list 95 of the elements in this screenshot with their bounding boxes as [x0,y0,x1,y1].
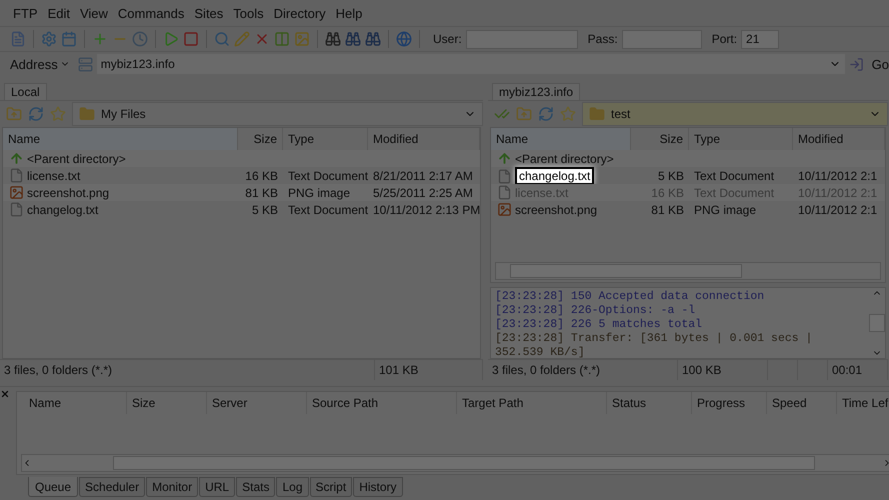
menu-item[interactable]: Directory [268,6,331,20]
file-name[interactable]: changelog.txt [27,202,98,216]
stop-icon[interactable] [183,31,199,47]
queue-tab[interactable]: History [353,477,403,497]
queue-tab[interactable]: Script [310,477,352,497]
file-type: Text Document [287,168,368,182]
panel-tab[interactable]: Local [4,83,47,100]
star-icon[interactable] [50,106,66,122]
file-modified: 10/11/2012 2:1 [797,169,878,183]
file-icon [497,185,512,200]
binoculars-icon[interactable] [365,31,381,47]
document-icon[interactable] [10,31,26,47]
file-name[interactable]: screenshot.png [515,202,598,216]
file-size: 5 KB [250,202,279,216]
pass-label: Pass: [588,32,618,46]
file-size: 81 KB [244,186,279,200]
menu-item[interactable]: Commands [112,6,190,20]
refresh-icon[interactable] [538,106,554,122]
status-size: 100 KB [678,360,768,380]
rename-field[interactable]: changelog.txt [515,167,594,185]
image-file-icon [497,202,512,217]
file-modified: 8/21/2011 2:17 AM [372,168,474,182]
server-icon [78,56,93,72]
file-size: 16 KB [244,168,279,182]
close-icon[interactable] [0,389,10,399]
folder-icon [79,106,95,122]
binoculars-icon[interactable] [345,31,361,47]
columns-icon[interactable] [274,31,290,47]
port-label: Port: [712,32,738,46]
file-size: 5 KB [656,169,685,183]
add-icon[interactable] [92,31,108,47]
search-icon[interactable] [214,31,230,47]
clock-icon[interactable] [132,31,148,47]
file-icon [9,168,24,183]
horizontal-scrollbar[interactable] [21,454,889,472]
folder-up-icon[interactable] [6,106,22,122]
calendar-icon[interactable] [61,31,77,47]
file-modified: 5/25/2011 2:25 AM [372,186,474,200]
star-icon[interactable] [560,106,576,122]
play-icon[interactable] [163,31,179,47]
address-field[interactable]: mybiz123.info [96,54,845,74]
queue-tab[interactable]: Scheduler [79,477,146,497]
folder-up-icon[interactable] [516,106,532,122]
file-name[interactable]: license.txt [27,168,80,182]
path-field[interactable]: My Files [72,102,483,126]
log-line: [23:23:28] 150 Accepted data connection [495,290,766,304]
file-type: Text Document [693,169,776,183]
settings-icon[interactable] [41,31,57,47]
file-modified: 10/11/2012 2:1 [797,202,878,216]
status-size: 101 KB [375,360,483,380]
user-label: User: [433,32,462,46]
menu-item[interactable]: FTP [8,6,43,20]
status-summary: 3 files, 0 folders (*.*) [488,360,678,380]
go-icon[interactable] [848,56,864,72]
log-line: [23:23:28] 226-Options: -a -l [495,304,696,318]
queue-tab[interactable]: Queue [28,477,78,497]
go-button[interactable]: Go [868,56,889,72]
file-size: 81 KB [650,202,685,216]
file-type: PNG image [693,202,758,216]
file-type: Text Document [287,202,368,216]
log-line: [23:23:28] Transfer: [361 bytes | 0.001 secs | 352.539 KB/s] [495,332,814,360]
queue-tab[interactable]: Stats [236,477,276,497]
file-name[interactable]: screenshot.png [27,186,110,200]
globe-icon[interactable] [396,31,412,47]
path-field[interactable]: test [582,102,888,126]
menu-item[interactable]: Tools [228,6,269,20]
horizontal-scrollbar[interactable] [495,262,881,280]
log-line: [23:23:28] 226 5 matches total [495,318,704,332]
column-header[interactable]: Name [3,128,238,150]
password-field[interactable] [622,30,702,48]
queue-tab[interactable]: Monitor [146,477,198,497]
status-summary: 3 files, 0 folders (*.*) [0,360,375,380]
status-time: 00:01 [828,360,888,380]
column-header[interactable]: Name [491,128,631,150]
binoculars-icon[interactable] [325,31,341,47]
user-field[interactable] [466,30,578,48]
menu-item[interactable]: View [74,6,113,20]
menu-item[interactable]: Edit [42,6,75,20]
address-dropdown[interactable]: Address [6,56,74,72]
port-field[interactable]: 21 [741,30,780,48]
queue-tab[interactable]: Log [276,477,308,497]
pencil-icon[interactable] [234,31,250,47]
panel-tab[interactable]: mybiz123.info [492,83,580,100]
file-icon [9,202,24,217]
menu-item[interactable]: Sites [189,6,228,20]
folder-icon [589,106,605,122]
file-icon [497,168,512,184]
image-icon[interactable] [294,31,310,47]
file-type: PNG image [287,186,352,200]
menu-item[interactable]: Help [330,6,368,20]
refresh-icon[interactable] [28,106,44,122]
queue-tab[interactable]: URL [199,477,236,497]
file-modified: 10/11/2012 2:13 PM [372,202,480,216]
image-file-icon [9,185,24,200]
parent-directory[interactable]: <Parent directory> [27,152,131,166]
